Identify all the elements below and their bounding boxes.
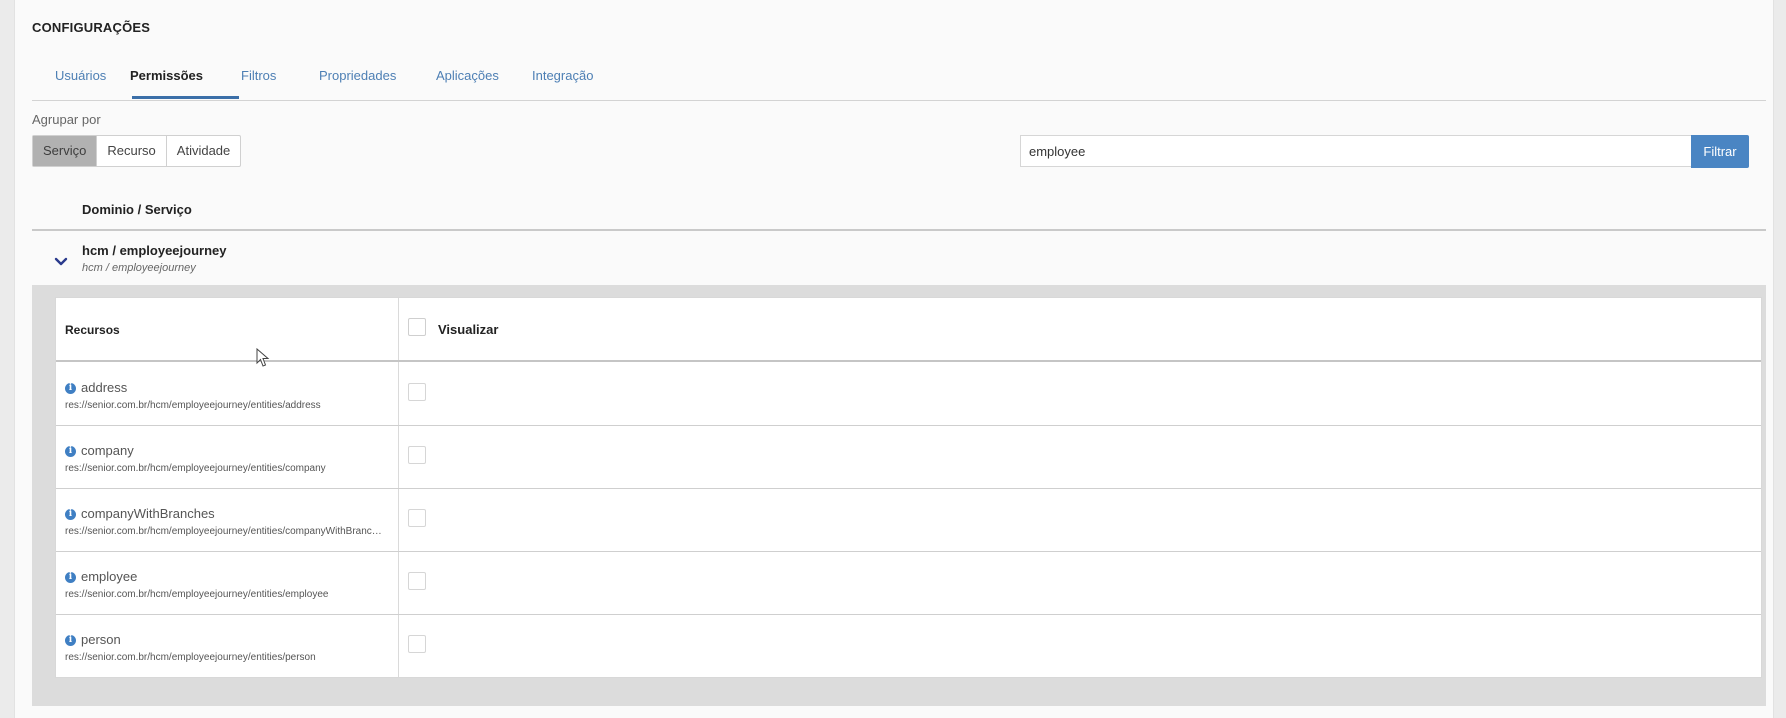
info-icon[interactable]: i <box>65 383 76 394</box>
resource-name: company <box>81 443 134 458</box>
resource-path: res://senior.com.br/hcm/employeejourney/… <box>65 589 329 600</box>
table-row: i person res://senior.com.br/hcm/employe… <box>56 614 1761 677</box>
resource-path: res://senior.com.br/hcm/employeejourney/… <box>65 652 316 663</box>
view-column-header: Visualizar <box>438 322 499 337</box>
info-icon[interactable]: i <box>65 509 76 520</box>
chevron-down-icon[interactable] <box>54 257 68 267</box>
info-icon[interactable]: i <box>65 446 76 457</box>
resource-path: res://senior.com.br/hcm/employeejourney/… <box>65 526 387 537</box>
domain-title: hcm / employeejourney <box>82 243 227 258</box>
group-by-segmented-control: Serviço Recurso Atividade <box>32 135 242 167</box>
select-all-view-checkbox[interactable] <box>408 318 426 336</box>
expanded-domain-area: Recursos Visualizar i address res://seni… <box>32 286 1766 706</box>
resource-path: res://senior.com.br/hcm/employeejourney/… <box>65 463 326 474</box>
view-checkbox[interactable] <box>408 446 426 464</box>
group-by-servico-button[interactable]: Serviço <box>33 136 98 166</box>
resource-name: employee <box>81 569 138 584</box>
group-by-label: Agrupar por <box>32 112 101 127</box>
domain-service-column-header: Dominio / Serviço <box>82 202 192 217</box>
table-row: i employee res://senior.com.br/hcm/emplo… <box>56 551 1761 615</box>
table-row: i company res://senior.com.br/hcm/employ… <box>56 425 1761 489</box>
page-title: CONFIGURAÇÕES <box>32 20 151 35</box>
tab-bar: Usuários Permissões Filtros Propriedades… <box>32 60 1766 101</box>
resources-table: Recursos Visualizar i address res://seni… <box>55 297 1762 678</box>
configuration-panel: CONFIGURAÇÕES Usuários Permissões Filtro… <box>14 0 1774 718</box>
search-input[interactable] <box>1020 135 1695 167</box>
view-checkbox[interactable] <box>408 635 426 653</box>
filter-button[interactable]: Filtrar <box>1691 135 1749 168</box>
tab-aplicacoes[interactable]: Aplicações <box>436 68 499 83</box>
tab-usuarios[interactable]: Usuários <box>55 68 106 83</box>
tab-integracao[interactable]: Integração <box>532 68 593 83</box>
resource-name: address <box>81 380 128 395</box>
view-checkbox[interactable] <box>408 383 426 401</box>
info-icon[interactable]: i <box>65 635 76 646</box>
domain-subtitle: hcm / employeejourney <box>82 262 196 274</box>
group-by-atividade-button[interactable]: Atividade <box>167 136 240 166</box>
resource-name: person <box>81 632 121 647</box>
resource-path: res://senior.com.br/hcm/employeejourney/… <box>65 400 321 411</box>
resources-column-header: Recursos <box>65 323 120 337</box>
mouse-pointer-icon <box>256 348 270 367</box>
active-tab-indicator <box>132 96 239 99</box>
info-icon[interactable]: i <box>65 572 76 583</box>
group-by-recurso-button[interactable]: Recurso <box>97 136 167 166</box>
table-row: i companyWithBranches res://senior.com.b… <box>56 488 1761 552</box>
tab-permissoes[interactable]: Permissões <box>130 68 203 83</box>
domain-row[interactable]: hcm / employeejourney hcm / employeejour… <box>32 231 1766 286</box>
tab-propriedades[interactable]: Propriedades <box>319 68 396 83</box>
resource-name: companyWithBranches <box>81 506 215 521</box>
view-checkbox[interactable] <box>408 572 426 590</box>
table-row: i address res://senior.com.br/hcm/employ… <box>56 362 1761 426</box>
tab-filtros[interactable]: Filtros <box>241 68 276 83</box>
view-checkbox[interactable] <box>408 509 426 527</box>
